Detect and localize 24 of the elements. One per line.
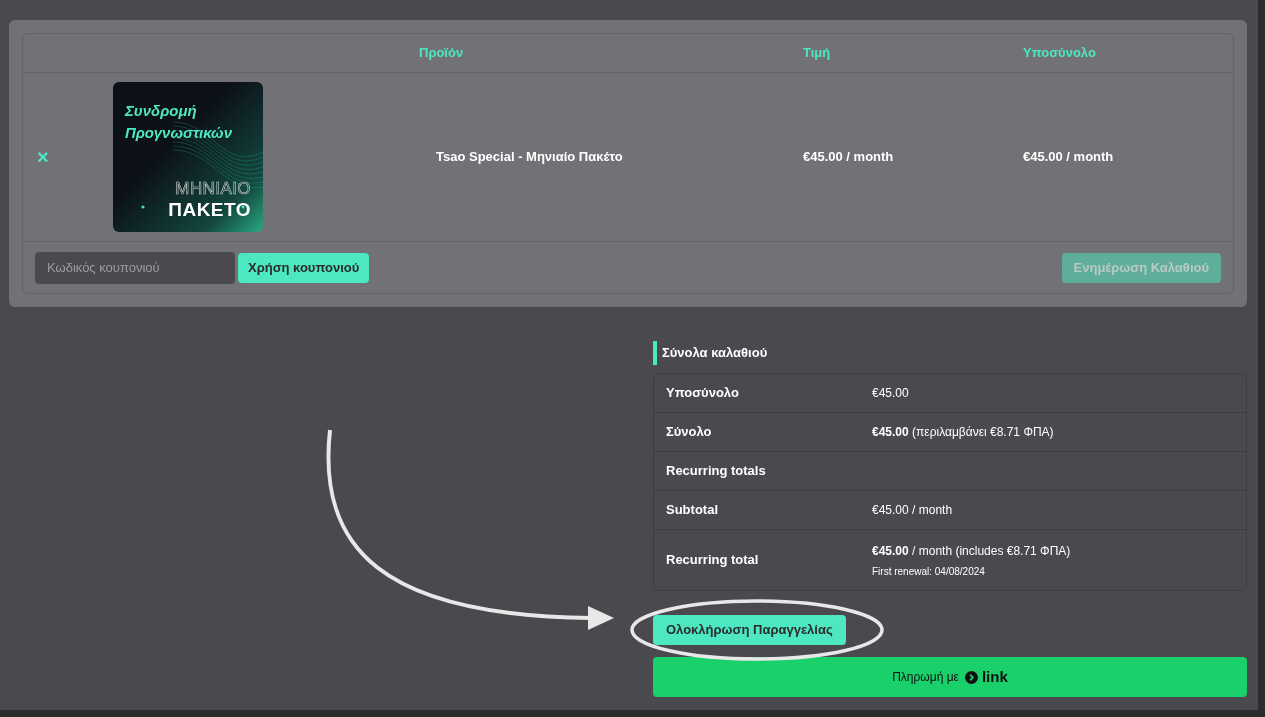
totals-label: Υποσύνολο [666,384,740,403]
column-header: Προϊόν [419,44,465,63]
coupon-field[interactable]: Κωδικός κουπονιού [35,251,235,284]
totals-value: €45.00 / month [872,502,953,519]
chevron-icon [964,670,978,684]
heading-accent [653,341,657,365]
price-cell-text: €45.00 / month [803,148,895,167]
product-name: Tsao Special - Μηνιαίο Πακέτο [435,148,624,167]
picture: Συνδρομή Προγνωστικών ΜΗΝΙΑΙΟ ΠΑΚΕΤΟ [113,82,263,232]
apply-coupon-button[interactable]: Χρήση κουπονιού [238,252,370,283]
totals-title: Σύνολα καλαθιού [662,344,768,363]
checkout-button[interactable]: Ολοκλήρωση Παραγγελίας [653,615,846,645]
column-header: Υποσύνολο [1023,44,1097,63]
totals-label: Σύνολο [666,423,713,442]
totals-label: Recurring totals [666,462,767,481]
subtotal-cell-text: €45.00 / month [1023,148,1115,167]
totals-label: Recurring total [666,551,760,570]
link-pay-button[interactable]: Πληρωμή με link [653,657,1247,697]
column-header: Τιμή [803,44,832,63]
totals-value: €45.00 (περιλαμβάνει €8.71 ΦΠΑ) [872,424,1054,441]
totals-value: €45.00 [872,385,909,402]
totals-label: Subtotal [666,501,719,520]
renewal-note: First renewal: 04/08/2024 [872,564,986,579]
totals-value: €45.00 / month (includes €8.71 ΦΠΑ) [872,542,1071,560]
